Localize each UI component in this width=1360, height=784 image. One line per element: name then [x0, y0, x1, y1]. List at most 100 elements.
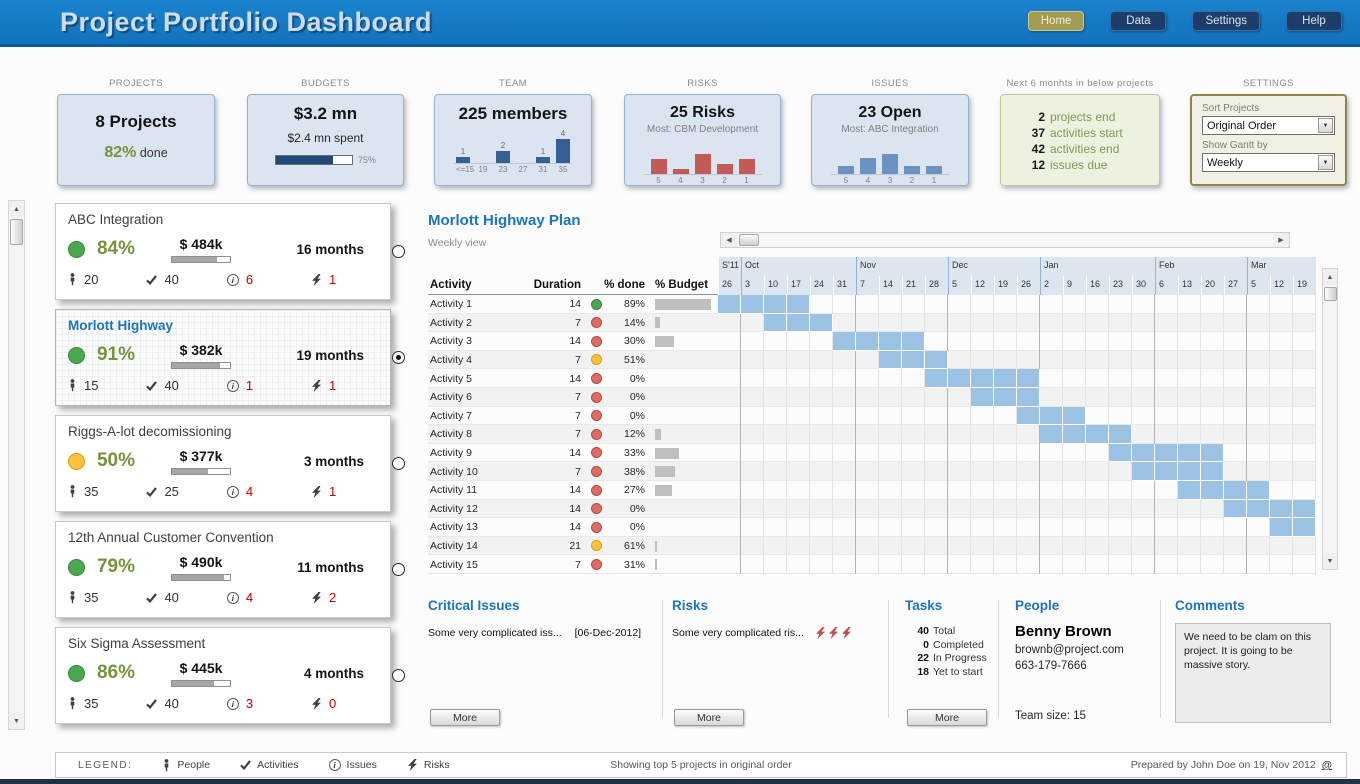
gantt-cell	[994, 314, 1017, 333]
gantt-cell	[1040, 518, 1063, 537]
nav-data-button[interactable]: Data	[1110, 11, 1166, 31]
issues-chart-bars	[831, 141, 949, 175]
scroll-left-icon[interactable]: ◀	[721, 233, 737, 247]
mini-bar	[673, 169, 689, 174]
activities-count: 40	[164, 272, 178, 287]
week-label: 31	[833, 276, 856, 295]
activity-name: Activity 4	[428, 354, 525, 366]
project-radio-1[interactable]	[392, 245, 405, 258]
project-card-5[interactable]: Six Sigma Assessment86%$ 445k4 months354…	[55, 627, 391, 724]
activity-budget-bar	[645, 541, 718, 552]
scroll-up-icon[interactable]: ▲	[9, 201, 24, 217]
bolt-icon	[311, 274, 322, 286]
scroll-down-icon[interactable]: ▼	[1323, 553, 1337, 569]
gantt-cell	[879, 295, 902, 314]
project-stats: 3525i41	[68, 484, 378, 499]
project-card-1[interactable]: ABC Integration84%$ 484k16 months2040i61	[55, 203, 391, 300]
activity-budget-bar	[645, 503, 718, 514]
gantt-vscrollbar[interactable]: ▲ ▼	[1322, 268, 1338, 570]
month-oct: Oct	[741, 257, 856, 276]
gantt-cell	[856, 462, 879, 481]
kpi-issues: ISSUES 23 Open Most: ABC Integration 543…	[811, 78, 969, 186]
gantt-cell	[764, 425, 787, 444]
status-dot	[591, 540, 602, 551]
risk-item: Some very complicated ris...	[672, 627, 877, 639]
gantt-cell	[1063, 500, 1086, 519]
mini-bar	[695, 154, 711, 174]
gantt-cell	[1224, 369, 1247, 388]
nav-help-button[interactable]: Help	[1286, 11, 1342, 31]
gantt-cell	[994, 444, 1017, 463]
gantt-cell	[718, 444, 741, 463]
task-rows: 40Total0Completed22In Progress18Yet to s…	[905, 625, 993, 679]
kpi-budgets-title: $3.2 mn	[248, 104, 403, 124]
project-radio-4[interactable]	[392, 563, 405, 576]
week-label: 5	[1247, 276, 1270, 295]
gantt-cell	[718, 425, 741, 444]
gantt-cell	[833, 537, 856, 556]
project-card-4[interactable]: 12th Annual Customer Convention79%$ 490k…	[55, 521, 391, 618]
gantt-cell	[1270, 369, 1293, 388]
kpi-next6-caption: Next 6 monhts in below projects	[1000, 78, 1160, 89]
gantt-cell	[1132, 537, 1155, 556]
team-chart-bars: 1214	[454, 130, 572, 164]
scroll-right-icon[interactable]: ▶	[1273, 233, 1289, 247]
project-radio-3[interactable]	[392, 457, 405, 470]
bar-group	[651, 159, 667, 174]
more-issues-button[interactable]: More	[430, 709, 500, 726]
activity-name: Activity 8	[428, 428, 525, 440]
project-list-scrollbar[interactable]: ▲ ▼	[8, 200, 25, 730]
kpi-projects-suffix: done	[140, 146, 168, 160]
gantt-bar-cell	[1224, 500, 1247, 519]
bolt-icon	[311, 380, 322, 392]
gantt-cell	[994, 332, 1017, 351]
scroll-down-icon[interactable]: ▼	[9, 713, 24, 729]
gantt-cell	[1040, 295, 1063, 314]
project-radio-5[interactable]	[392, 669, 405, 682]
email-icon[interactable]: @	[1322, 759, 1332, 771]
gantt-cell	[833, 388, 856, 407]
activity-status	[581, 518, 611, 536]
nav-settings-button[interactable]: Settings	[1192, 11, 1260, 31]
col-budget: % Budget	[645, 279, 718, 291]
project-card-3[interactable]: Riggs-A-lot decomissioning50%$ 377k3 mon…	[55, 415, 391, 512]
gantt-row-6: Activity 670%	[428, 388, 1316, 407]
gantt-cell	[810, 537, 833, 556]
gantt-cell	[879, 425, 902, 444]
nav-home-button[interactable]: Home	[1028, 11, 1085, 31]
chevron-down-icon[interactable]: ▼	[1318, 155, 1333, 170]
project-card-2[interactable]: Morlott Highway91%$ 382k19 months1540i11	[55, 309, 391, 406]
gantt-subtitle: Weekly view	[428, 237, 486, 249]
status-dot	[68, 453, 85, 470]
project-radio-2[interactable]	[392, 351, 405, 364]
gantt-hscrollbar[interactable]: ◀ ▶	[720, 232, 1290, 248]
scrollbar-thumb[interactable]	[10, 219, 23, 245]
gantt-cell	[1155, 425, 1178, 444]
week-label: 24	[810, 276, 833, 295]
project-list: ABC Integration84%$ 484k16 months2040i61…	[55, 203, 391, 733]
check-icon	[146, 593, 157, 603]
gantt-cell	[1270, 444, 1293, 463]
week-label: 12	[971, 276, 994, 295]
gantt-cell	[925, 462, 948, 481]
more-risks-button[interactable]: More	[674, 709, 744, 726]
sort-projects-select[interactable]: Original Order ▼	[1202, 116, 1335, 135]
activity-duration: 14	[525, 373, 581, 385]
scrollbar-thumb[interactable]	[739, 234, 759, 246]
gantt-cell	[1086, 537, 1109, 556]
gantt-row-1: Activity 11489%	[428, 295, 1316, 314]
gantt-cell	[1293, 425, 1316, 444]
gantt-cell	[764, 444, 787, 463]
scrollbar-thumb[interactable]	[1324, 287, 1337, 301]
show-gantt-select[interactable]: Weekly ▼	[1202, 153, 1335, 172]
gantt-cell	[971, 500, 994, 519]
more-tasks-button[interactable]: More	[907, 709, 987, 726]
gantt-cell	[1063, 555, 1086, 574]
activity-status	[581, 407, 611, 425]
gantt-cell	[1293, 351, 1316, 370]
gantt-cell	[971, 425, 994, 444]
chevron-down-icon[interactable]: ▼	[1318, 118, 1333, 133]
scroll-up-icon[interactable]: ▲	[1323, 269, 1337, 285]
kpi-team-caption: TEAM	[434, 78, 592, 89]
kpi-team: TEAM 225 members 1214<=151923273135	[434, 78, 592, 186]
